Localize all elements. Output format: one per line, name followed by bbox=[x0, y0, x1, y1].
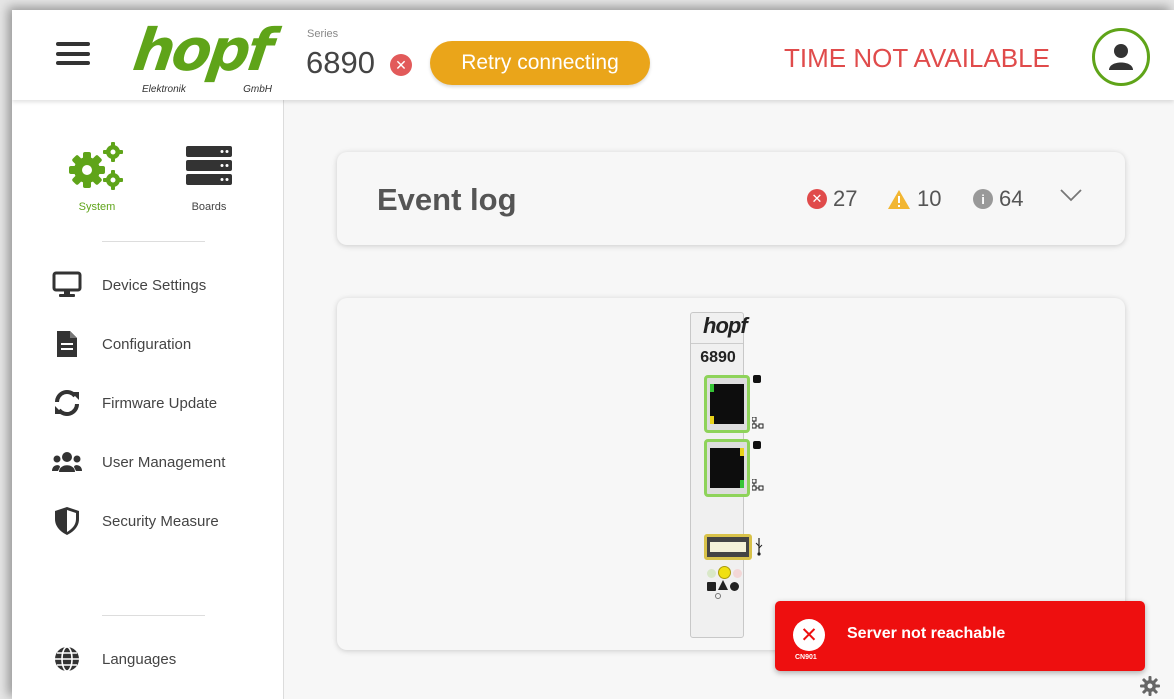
time-status: TIME NOT AVAILABLE bbox=[784, 43, 1050, 73]
sidebar-item-user-management[interactable]: User Management bbox=[52, 444, 272, 480]
error-circle-icon: ✕ bbox=[793, 619, 825, 651]
sidebar-item-firmware-update[interactable]: Firmware Update bbox=[52, 385, 272, 421]
brand-logo: hopf Elektronik GmbH bbox=[129, 16, 280, 95]
event-log-title: Event log bbox=[377, 182, 517, 217]
status-led-red bbox=[733, 569, 742, 578]
sidebar: System Boards Device Settings Configurat… bbox=[12, 100, 284, 699]
sidebar-item-label: Security Measure bbox=[102, 512, 219, 530]
sidebar-item-label: Configuration bbox=[102, 335, 192, 353]
logo-sub-left: Elektronik bbox=[142, 84, 186, 95]
sidebar-item-label: User Management bbox=[102, 453, 226, 471]
warning-small-icon bbox=[718, 577, 728, 595]
top-bar: hopf Elektronik GmbH Series 6890 ✕ Retry… bbox=[12, 10, 1174, 100]
user-icon bbox=[1109, 44, 1133, 70]
retry-connecting-button[interactable]: Retry connecting bbox=[430, 41, 650, 85]
ethernet-port-1[interactable] bbox=[704, 375, 750, 433]
chevron-down-icon[interactable] bbox=[1059, 188, 1083, 207]
logo-wordmark: hopf bbox=[129, 16, 275, 84]
app-window: hopf Elektronik GmbH Series 6890 ✕ Retry… bbox=[12, 10, 1174, 699]
server-icon bbox=[186, 146, 232, 185]
check-icon bbox=[707, 581, 716, 591]
sidebar-item-label: Firmware Update bbox=[102, 394, 218, 412]
settings-gear-icon[interactable] bbox=[1140, 676, 1160, 696]
user-avatar-button[interactable] bbox=[1092, 28, 1150, 86]
sync-icon bbox=[52, 388, 82, 418]
monitor-icon bbox=[52, 270, 82, 300]
device-front-panel[interactable]: hopf 6890 bbox=[690, 312, 764, 638]
series-label: Series bbox=[307, 28, 339, 40]
shield-icon bbox=[52, 506, 82, 536]
document-icon bbox=[52, 329, 82, 359]
tab-system[interactable]: System bbox=[52, 140, 142, 213]
status-led-green bbox=[707, 569, 716, 578]
tab-boards[interactable]: Boards bbox=[164, 140, 254, 213]
info-count-value: 64 bbox=[999, 186, 1024, 211]
tab-system-label: System bbox=[78, 201, 116, 213]
port-2-badge-icon bbox=[753, 441, 761, 449]
warning-icon bbox=[887, 189, 911, 210]
warning-count: 10 bbox=[887, 186, 941, 212]
disconnected-icon: ✕ bbox=[390, 54, 412, 76]
sidebar-item-security-measure[interactable]: Security Measure bbox=[52, 503, 272, 539]
sidebar-item-device-settings[interactable]: Device Settings bbox=[52, 267, 272, 303]
info-icon: i bbox=[973, 189, 993, 209]
usb-icon bbox=[755, 538, 763, 556]
device-model: 6890 bbox=[700, 349, 736, 366]
sidebar-item-languages[interactable]: Languages bbox=[52, 641, 272, 677]
error-icon: ✕ bbox=[807, 189, 827, 209]
error-count-value: 27 bbox=[833, 186, 858, 211]
logo-sub-right: GmbH bbox=[243, 84, 272, 95]
toast-code: CN901 bbox=[795, 654, 817, 661]
usb-port[interactable] bbox=[704, 534, 752, 560]
port-1-badge-icon bbox=[753, 375, 761, 383]
ethernet-port-2[interactable] bbox=[704, 439, 750, 497]
status-symbols bbox=[707, 580, 743, 591]
series-value: 6890 bbox=[306, 45, 375, 80]
tab-boards-label: Boards bbox=[191, 201, 227, 213]
event-log-card[interactable]: Event log ✕ 27 10 i 64 bbox=[337, 152, 1125, 245]
users-icon bbox=[52, 447, 82, 477]
reset-button[interactable] bbox=[715, 593, 721, 599]
sidebar-item-label: Device Settings bbox=[102, 276, 207, 294]
warning-count-value: 10 bbox=[917, 186, 942, 211]
info-count: i 64 bbox=[973, 186, 1023, 212]
network-icon bbox=[752, 417, 764, 429]
device-logo: hopf bbox=[703, 313, 748, 338]
sidebar-divider bbox=[102, 615, 205, 616]
menu-icon[interactable] bbox=[56, 42, 96, 70]
gears-icon bbox=[69, 142, 123, 190]
error-small-icon bbox=[730, 581, 739, 591]
toast-message: Server not reachable bbox=[847, 625, 1006, 642]
sidebar-item-configuration[interactable]: Configuration bbox=[52, 326, 272, 362]
sidebar-item-label: Languages bbox=[102, 650, 177, 668]
sidebar-divider bbox=[102, 241, 205, 242]
error-toast[interactable]: ✕ CN901 Server not reachable bbox=[775, 601, 1145, 671]
network-icon bbox=[752, 479, 764, 491]
device-view-card: hopf 6890 bbox=[337, 298, 1125, 650]
globe-icon bbox=[52, 644, 82, 674]
error-count: ✕ 27 bbox=[807, 186, 857, 212]
